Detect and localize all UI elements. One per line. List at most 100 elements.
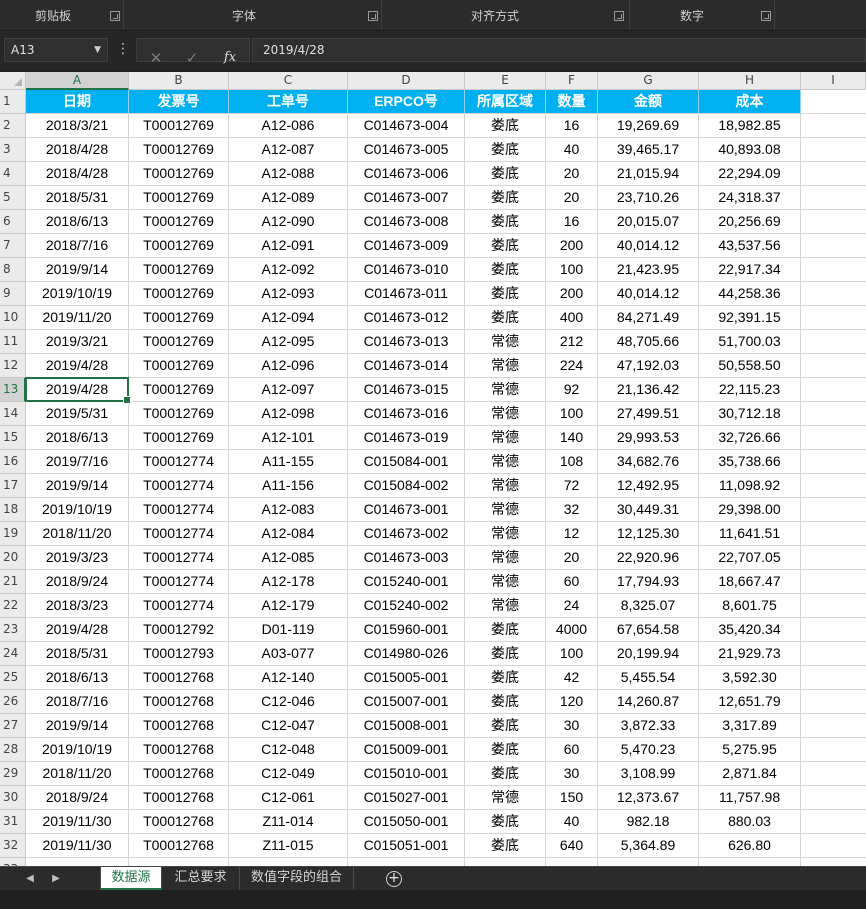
table-cell[interactable]: T00012768 bbox=[129, 810, 229, 834]
table-cell[interactable]: 常德 bbox=[465, 402, 546, 426]
empty-cell[interactable] bbox=[801, 162, 866, 186]
table-cell[interactable]: C015027-001 bbox=[348, 786, 465, 810]
table-cell[interactable]: 娄底 bbox=[465, 834, 546, 858]
table-cell[interactable]: 娄底 bbox=[465, 210, 546, 234]
table-header-cell[interactable]: 金额 bbox=[598, 90, 699, 114]
empty-cell[interactable] bbox=[801, 642, 866, 666]
row-header[interactable]: 32 bbox=[0, 834, 26, 858]
table-cell[interactable]: 224 bbox=[546, 354, 598, 378]
empty-cell[interactable] bbox=[129, 858, 229, 866]
table-cell[interactable]: 21,136.42 bbox=[598, 378, 699, 402]
table-cell[interactable]: T00012769 bbox=[129, 186, 229, 210]
table-header-cell[interactable]: 工单号 bbox=[229, 90, 348, 114]
table-cell[interactable]: 40,014.12 bbox=[598, 234, 699, 258]
table-cell[interactable]: 2019/9/14 bbox=[26, 714, 129, 738]
table-cell[interactable]: 娄底 bbox=[465, 282, 546, 306]
table-cell[interactable]: 21,423.95 bbox=[598, 258, 699, 282]
table-cell[interactable]: 2019/11/20 bbox=[26, 306, 129, 330]
row-header[interactable]: 22 bbox=[0, 594, 26, 618]
table-cell[interactable]: A12-178 bbox=[229, 570, 348, 594]
row-header[interactable]: 25 bbox=[0, 666, 26, 690]
table-cell[interactable]: 常德 bbox=[465, 594, 546, 618]
table-cell[interactable]: C015007-001 bbox=[348, 690, 465, 714]
table-cell[interactable]: C014673-008 bbox=[348, 210, 465, 234]
table-cell[interactable]: T00012769 bbox=[129, 138, 229, 162]
table-cell[interactable]: 120 bbox=[546, 690, 598, 714]
table-cell[interactable]: 12,373.67 bbox=[598, 786, 699, 810]
empty-cell[interactable] bbox=[348, 858, 465, 866]
table-cell[interactable]: 娄底 bbox=[465, 234, 546, 258]
table-cell[interactable]: C014673-014 bbox=[348, 354, 465, 378]
table-cell[interactable]: A12-083 bbox=[229, 498, 348, 522]
empty-cell[interactable] bbox=[801, 306, 866, 330]
table-cell[interactable]: T00012768 bbox=[129, 690, 229, 714]
table-cell[interactable]: 2018/9/24 bbox=[26, 570, 129, 594]
sheet-tab-data-source[interactable]: 数据源 bbox=[100, 867, 162, 890]
table-cell[interactable]: 2018/6/13 bbox=[26, 666, 129, 690]
row-header[interactable]: 17 bbox=[0, 474, 26, 498]
table-cell[interactable]: 5,455.54 bbox=[598, 666, 699, 690]
empty-cell[interactable] bbox=[801, 546, 866, 570]
table-cell[interactable]: 40,893.08 bbox=[699, 138, 801, 162]
worksheet-grid[interactable]: A B C D E F G H I 1 日期 发票号 工单号 ERPCO号 所属区域 数量 金额 成本 2 2018/… bbox=[0, 72, 866, 866]
name-box[interactable]: A13 ▼ bbox=[4, 38, 108, 62]
row-header[interactable]: 7 bbox=[0, 234, 26, 258]
row-header[interactable]: 24 bbox=[0, 642, 26, 666]
row-header[interactable]: 5 bbox=[0, 186, 26, 210]
table-cell[interactable]: 2018/7/16 bbox=[26, 690, 129, 714]
table-header-cell[interactable]: 数量 bbox=[546, 90, 598, 114]
table-cell[interactable]: 2019/4/28 bbox=[26, 378, 129, 402]
table-cell[interactable]: 娄底 bbox=[465, 690, 546, 714]
chevron-down-icon[interactable]: ▼ bbox=[94, 39, 101, 61]
table-cell[interactable]: 2019/10/19 bbox=[26, 738, 129, 762]
table-cell[interactable]: 30 bbox=[546, 714, 598, 738]
table-cell[interactable]: A12-140 bbox=[229, 666, 348, 690]
table-cell[interactable]: T00012769 bbox=[129, 162, 229, 186]
table-cell[interactable]: 2019/9/14 bbox=[26, 474, 129, 498]
table-cell[interactable]: C12-047 bbox=[229, 714, 348, 738]
table-cell[interactable]: C015960-001 bbox=[348, 618, 465, 642]
table-cell[interactable]: 32,726.66 bbox=[699, 426, 801, 450]
table-cell[interactable]: 2019/11/30 bbox=[26, 834, 129, 858]
table-cell[interactable]: 140 bbox=[546, 426, 598, 450]
empty-cell[interactable] bbox=[801, 690, 866, 714]
table-cell[interactable]: 35,420.34 bbox=[699, 618, 801, 642]
row-header[interactable]: 33 bbox=[0, 858, 26, 866]
table-cell[interactable]: 29,398.00 bbox=[699, 498, 801, 522]
table-cell[interactable]: 娄底 bbox=[465, 642, 546, 666]
row-header[interactable]: 23 bbox=[0, 618, 26, 642]
table-cell[interactable]: 3,872.33 bbox=[598, 714, 699, 738]
table-cell[interactable]: C014673-009 bbox=[348, 234, 465, 258]
table-cell[interactable]: A12-179 bbox=[229, 594, 348, 618]
table-cell[interactable]: 20,199.94 bbox=[598, 642, 699, 666]
table-cell[interactable]: 2018/3/21 bbox=[26, 114, 129, 138]
row-header[interactable]: 6 bbox=[0, 210, 26, 234]
table-cell[interactable]: 常德 bbox=[465, 522, 546, 546]
table-cell[interactable]: 100 bbox=[546, 258, 598, 282]
table-cell[interactable]: T00012769 bbox=[129, 282, 229, 306]
table-cell[interactable]: 16 bbox=[546, 114, 598, 138]
table-cell[interactable]: 20,256.69 bbox=[699, 210, 801, 234]
row-header[interactable]: 4 bbox=[0, 162, 26, 186]
row-header[interactable]: 31 bbox=[0, 810, 26, 834]
table-cell[interactable]: C015240-001 bbox=[348, 570, 465, 594]
table-cell[interactable]: C014673-002 bbox=[348, 522, 465, 546]
column-header-h[interactable]: H bbox=[699, 72, 801, 90]
table-cell[interactable]: 娄底 bbox=[465, 306, 546, 330]
empty-cell[interactable] bbox=[801, 810, 866, 834]
table-cell[interactable]: 67,654.58 bbox=[598, 618, 699, 642]
row-header[interactable]: 19 bbox=[0, 522, 26, 546]
add-sheet-icon[interactable]: + bbox=[386, 871, 402, 887]
table-cell[interactable]: T00012768 bbox=[129, 786, 229, 810]
table-cell[interactable]: T00012774 bbox=[129, 546, 229, 570]
row-header[interactable]: 29 bbox=[0, 762, 26, 786]
table-cell[interactable]: C015051-001 bbox=[348, 834, 465, 858]
table-cell[interactable]: 2019/10/19 bbox=[26, 282, 129, 306]
table-cell[interactable]: A12-090 bbox=[229, 210, 348, 234]
table-cell[interactable]: 4000 bbox=[546, 618, 598, 642]
table-cell[interactable]: 12,492.95 bbox=[598, 474, 699, 498]
table-cell[interactable]: C015240-002 bbox=[348, 594, 465, 618]
table-cell[interactable]: 2019/3/23 bbox=[26, 546, 129, 570]
table-cell[interactable]: 常德 bbox=[465, 474, 546, 498]
table-cell[interactable]: C014673-011 bbox=[348, 282, 465, 306]
